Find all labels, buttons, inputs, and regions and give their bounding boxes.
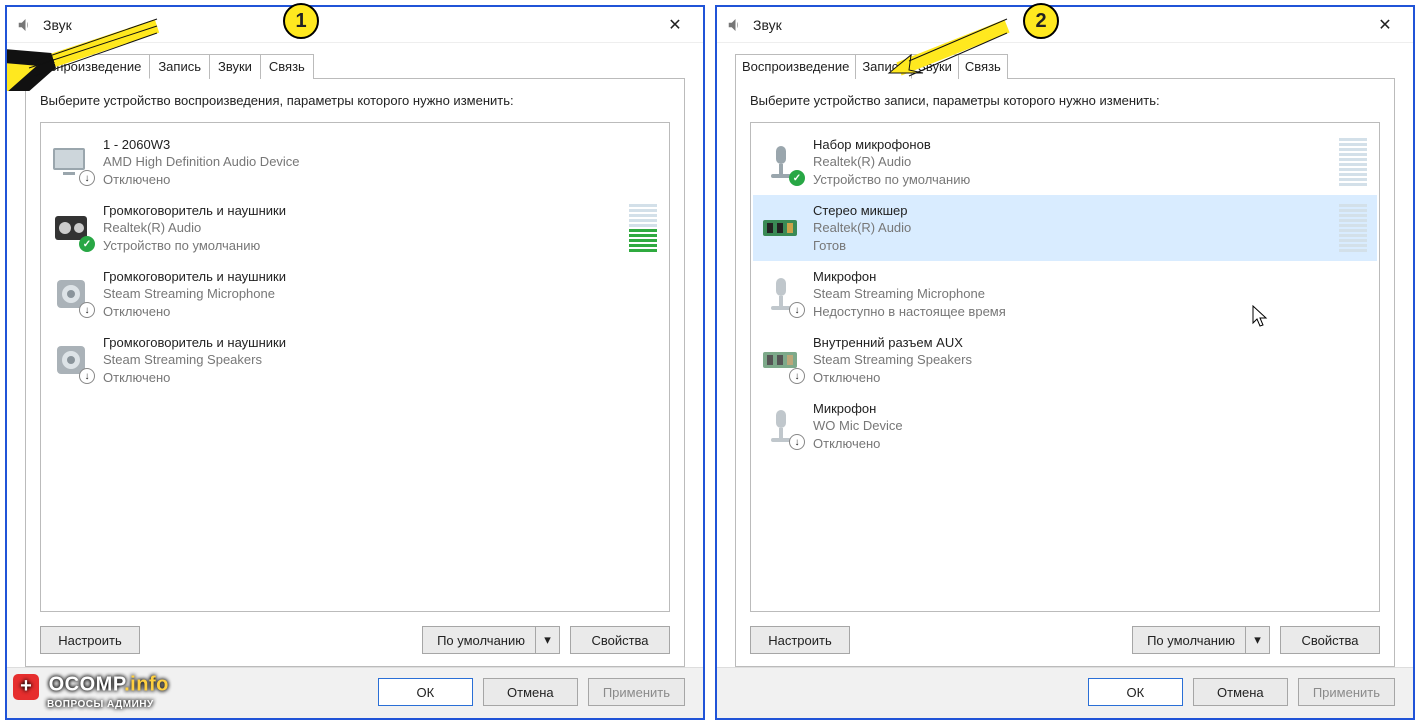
sound-dialog-recording: 2 Звук ✕ Воспроизведение Запись Звуки Св… [715,5,1415,720]
set-default-label: По умолчанию [437,633,525,648]
disabled-overlay-icon: ↓ [79,302,95,318]
device-row[interactable]: ↓ Микрофон Steam Streaming Microphone Не… [753,261,1377,327]
device-row[interactable]: ↓ Микрофон WO Mic Device Отключено [753,393,1377,459]
cancel-button[interactable]: Отмена [483,678,578,706]
speaker-device-icon: ↓ [51,340,91,380]
device-text: Микрофон Steam Streaming Microphone Недо… [813,268,1375,321]
window-title: Звук [753,17,782,33]
level-meter [1339,204,1367,252]
device-text: Внутренний разъем AUX Steam Streaming Sp… [813,334,1375,387]
properties-button[interactable]: Свойства [570,626,670,654]
titlebar: Звук ✕ [7,7,703,43]
device-row[interactable]: ✓ Громкоговоритель и наушники Realtek(R)… [43,195,667,261]
panel: Выберите устройство записи, параметры ко… [735,78,1395,667]
tab-sounds[interactable]: Звуки [912,54,959,79]
tab-comm[interactable]: Связь [261,54,314,79]
device-row[interactable]: ↓ Внутренний разъем AUX Steam Streaming … [753,327,1377,393]
properties-button[interactable]: Свойства [1280,626,1380,654]
instruction-text: Выберите устройство воспроизведения, пар… [40,93,670,108]
instruction-text: Выберите устройство записи, параметры ко… [750,93,1380,108]
configure-button[interactable]: Настроить [750,626,850,654]
tab-comm[interactable]: Связь [959,54,1008,79]
close-button[interactable]: ✕ [1365,15,1405,35]
apply-button[interactable]: Применить [588,678,685,706]
disabled-overlay-icon: ↓ [789,434,805,450]
watermark-plus-icon: + [13,674,39,700]
sound-dialog-playback: 1 Звук ✕ Воспроизведение Запись Звуки Св… [5,5,705,720]
monitor-icon: ↓ [51,142,91,182]
speaker-device-icon: ↓ [51,274,91,314]
tab-playback[interactable]: Воспроизведение [735,54,856,79]
chevron-down-icon[interactable]: ▾ [1245,627,1269,653]
mic-icon: ↓ [761,274,801,314]
content: Воспроизведение Запись Звуки Связь Выбер… [7,43,703,667]
device-row[interactable]: ✓ Набор микрофонов Realtek(R) Audio Устр… [753,129,1377,195]
mic-icon: ✓ [761,142,801,182]
disabled-overlay-icon: ↓ [789,368,805,384]
action-row: Настроить По умолчанию ▾ Свойства [40,626,670,654]
level-meter [1339,138,1367,186]
ok-button[interactable]: ОК [1088,678,1183,706]
speaker-device-icon: ✓ [51,208,91,248]
device-text: Громкоговоритель и наушники Realtek(R) A… [103,202,619,255]
set-default-label: По умолчанию [1147,633,1235,648]
screenshot-canvas: 1 Звук ✕ Воспроизведение Запись Звуки Св… [5,5,1420,720]
device-row[interactable]: ↓ 1 - 2060W3 AMD High Definition Audio D… [43,129,667,195]
window-title: Звук [43,17,72,33]
device-text: Микрофон WO Mic Device Отключено [813,400,1375,453]
disabled-overlay-icon: ↓ [79,170,95,186]
panel: Выберите устройство воспроизведения, пар… [25,78,685,667]
content: Воспроизведение Запись Звуки Связь Выбер… [717,43,1413,667]
default-check-icon: ✓ [79,236,95,252]
watermark: + OCOMP.info ВОПРОСЫ АДМИНУ [13,674,169,711]
device-text: Громкоговоритель и наушники Steam Stream… [103,268,665,321]
device-text: 1 - 2060W3 AMD High Definition Audio Dev… [103,136,665,189]
level-meter [629,204,657,252]
chevron-down-icon[interactable]: ▾ [535,627,559,653]
close-button[interactable]: ✕ [655,15,695,35]
tab-recording[interactable]: Запись [150,54,210,79]
tab-recording[interactable]: Запись [856,54,912,79]
mouse-cursor-icon [1251,305,1269,329]
soundcard-icon: ↓ [761,340,801,380]
device-list[interactable]: ↓ 1 - 2060W3 AMD High Definition Audio D… [40,122,670,612]
device-text: Громкоговоритель и наушники Steam Stream… [103,334,665,387]
apply-button[interactable]: Применить [1298,678,1395,706]
set-default-button[interactable]: По умолчанию ▾ [1132,626,1270,654]
soundcard-icon [761,208,801,248]
set-default-button[interactable]: По умолчанию ▾ [422,626,560,654]
device-row[interactable]: ↓ Громкоговоритель и наушники Steam Stre… [43,261,667,327]
device-row[interactable]: Стерео микшер Realtek(R) Audio Готов [753,195,1377,261]
dialog-buttons: ОК Отмена Применить [717,667,1413,718]
speaker-icon [15,16,33,34]
action-row: Настроить По умолчанию ▾ Свойства [750,626,1380,654]
disabled-overlay-icon: ↓ [79,368,95,384]
tab-sounds[interactable]: Звуки [210,54,261,79]
titlebar: Звук ✕ [717,7,1413,43]
device-list[interactable]: ✓ Набор микрофонов Realtek(R) Audio Устр… [750,122,1380,612]
mic-icon: ↓ [761,406,801,446]
device-row[interactable]: ↓ Громкоговоритель и наушники Steam Stre… [43,327,667,393]
configure-button[interactable]: Настроить [40,626,140,654]
tabstrip: Воспроизведение Запись Звуки Связь [735,54,1395,79]
default-check-icon: ✓ [789,170,805,186]
tabstrip: Воспроизведение Запись Звуки Связь [25,54,685,79]
ok-button[interactable]: ОК [378,678,473,706]
speaker-icon [725,16,743,34]
device-text: Стерео микшер Realtek(R) Audio Готов [813,202,1329,255]
disabled-overlay-icon: ↓ [789,302,805,318]
device-text: Набор микрофонов Realtek(R) Audio Устрой… [813,136,1329,189]
cancel-button[interactable]: Отмена [1193,678,1288,706]
tab-playback[interactable]: Воспроизведение [25,54,150,79]
